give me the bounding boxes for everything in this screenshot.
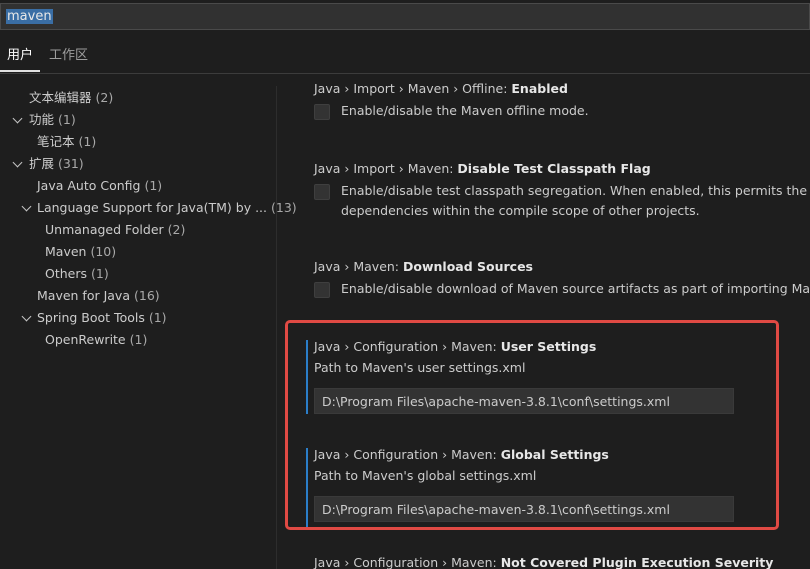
toc-item-maven-for-java[interactable]: Maven for Java (16) — [37, 286, 160, 306]
settings-table-of-contents: 文本编辑器 (2) 功能 (1) 笔记本 (1) 扩展 (31) Java Au… — [0, 84, 297, 569]
setting-desc: dependencies within the compile scope of… — [341, 203, 700, 218]
chevron-down-icon[interactable] — [21, 311, 32, 322]
user-settings-path-input[interactable] — [314, 388, 734, 414]
setting-title-not-covered-plugin-execution-severity: Java › Configuration › Maven: Not Covere… — [314, 555, 774, 569]
settings-search-input[interactable]: maven — [6, 8, 53, 26]
toc-item-others[interactable]: Others (1) — [45, 264, 109, 284]
toc-item-text-editor[interactable]: 文本编辑器 (2) — [29, 88, 113, 108]
setting-title-disable-test-classpath-flag: Java › Import › Maven: Disable Test Clas… — [314, 161, 651, 176]
chevron-down-icon[interactable] — [21, 201, 32, 212]
toc-item-extensions[interactable]: 扩展 (31) — [29, 154, 84, 174]
toc-item-notebook[interactable]: 笔记本 (1) — [37, 132, 96, 152]
download-sources-checkbox[interactable] — [314, 282, 330, 298]
setting-title-global-settings: Java › Configuration › Maven: Global Set… — [314, 447, 609, 462]
settings-search-bar[interactable]: maven — [0, 3, 810, 30]
settings-scope-tabs: 用户 工作区 — [0, 40, 810, 74]
offline-enabled-checkbox[interactable] — [314, 104, 330, 120]
setting-desc: Path to Maven's global settings.xml — [314, 468, 537, 483]
setting-desc: Enable/disable test classpath segregatio… — [341, 183, 810, 198]
tab-workspace[interactable]: 工作区 — [49, 46, 88, 66]
tab-user[interactable]: 用户 — [7, 46, 33, 66]
toc-item-spring-boot-tools[interactable]: Spring Boot Tools (1) — [37, 308, 167, 328]
toc-item-language-support-java[interactable]: Language Support for Java(TM) by ... (13… — [37, 198, 297, 218]
setting-title-user-settings: Java › Configuration › Maven: User Setti… — [314, 339, 597, 354]
setting-desc: Path to Maven's user settings.xml — [314, 360, 526, 375]
settings-list: Java › Import › Maven › Offline: Enabled… — [277, 74, 810, 569]
disable-test-classpath-checkbox[interactable] — [314, 184, 330, 200]
setting-title-offline-enabled: Java › Import › Maven › Offline: Enabled — [314, 81, 568, 96]
search-input-value: maven — [6, 9, 53, 24]
chevron-down-icon[interactable] — [12, 113, 23, 124]
toc-item-openrewrite[interactable]: OpenRewrite (1) — [45, 330, 147, 350]
toc-item-unmanaged-folder[interactable]: Unmanaged Folder (2) — [45, 220, 185, 240]
toc-item-java-auto-config[interactable]: Java Auto Config (1) — [37, 176, 162, 196]
toc-item-features[interactable]: 功能 (1) — [29, 110, 76, 130]
setting-title-download-sources: Java › Maven: Download Sources — [314, 259, 533, 274]
active-tab-indicator — [0, 70, 40, 72]
global-settings-path-input[interactable] — [314, 496, 734, 522]
chevron-down-icon[interactable] — [12, 157, 23, 168]
setting-desc: Enable/disable download of Maven source … — [341, 281, 810, 296]
toc-item-maven[interactable]: Maven (10) — [45, 242, 116, 262]
setting-desc: Enable/disable the Maven offline mode. — [341, 103, 589, 118]
setting-focus-indicator — [306, 340, 308, 414]
setting-focus-indicator — [306, 448, 308, 528]
